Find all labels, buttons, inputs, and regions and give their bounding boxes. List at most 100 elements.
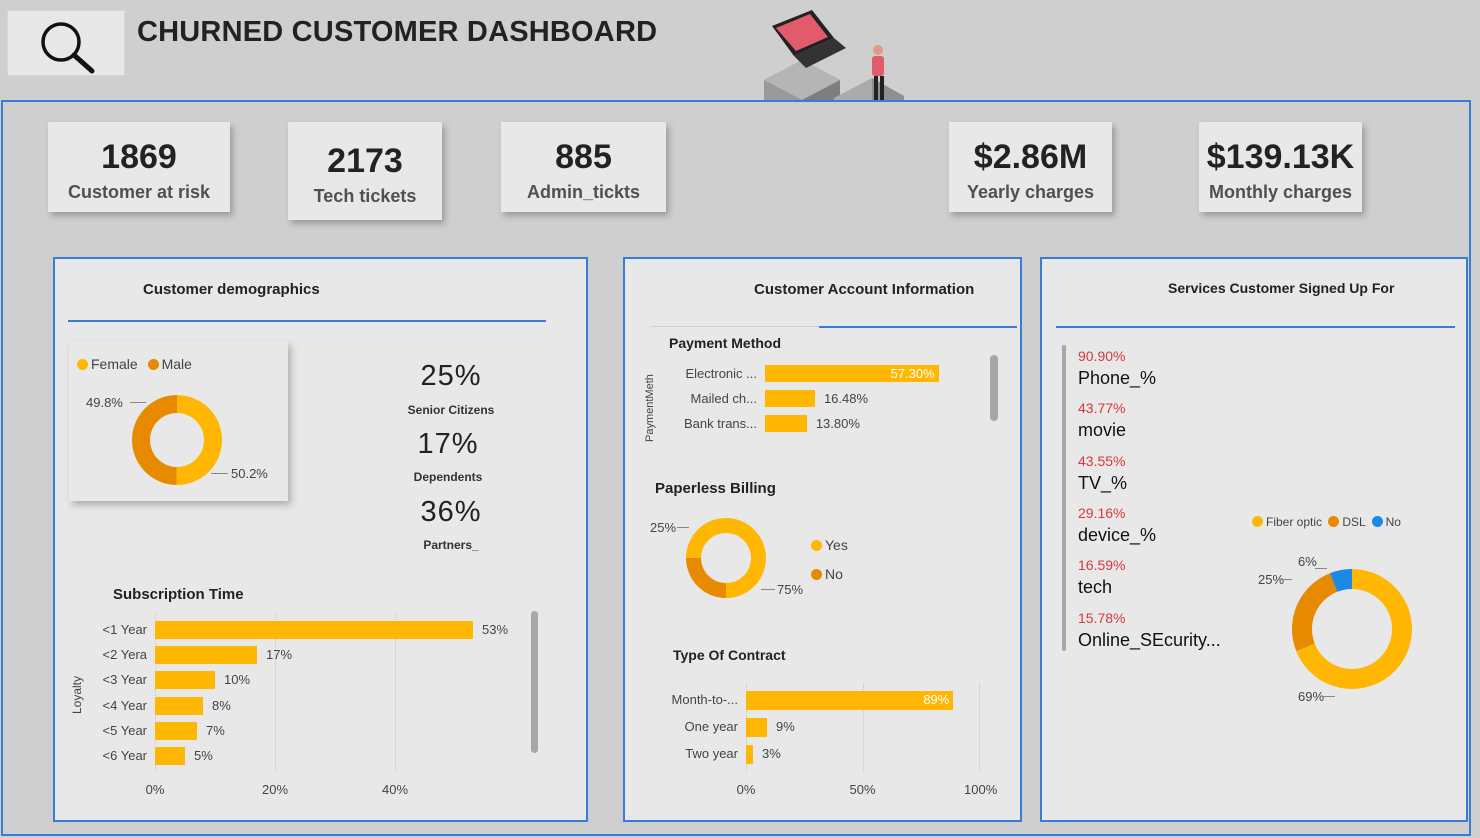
bar[interactable] xyxy=(155,646,257,665)
label-leader xyxy=(1278,579,1292,580)
label-leader xyxy=(211,473,228,474)
legend-no: No xyxy=(1385,515,1401,529)
bar-value-label: 7% xyxy=(206,722,225,738)
paperless-yes-label: 75% xyxy=(777,582,804,597)
bar-value-label: 89% xyxy=(923,692,950,707)
kpi-value: $2.86M xyxy=(973,138,1088,176)
partners-value: 36% xyxy=(420,496,482,528)
bar[interactable] xyxy=(155,671,215,690)
services-scrollbar[interactable] xyxy=(1062,345,1066,651)
legend-swatch xyxy=(811,540,822,551)
label-leader xyxy=(761,589,775,590)
kpi-value: 2173 xyxy=(327,142,403,180)
grid-line xyxy=(979,683,980,772)
category-label: One year xyxy=(684,719,738,734)
service-pct: 15.78% xyxy=(1078,609,1126,626)
internet-fiber-label: 69% xyxy=(1298,689,1325,704)
gender-chart-card: Female Male 49.8% 50.2% xyxy=(69,341,288,501)
chart-scrollbar[interactable] xyxy=(990,355,998,421)
female-slice[interactable] xyxy=(176,395,222,485)
service-label: movie xyxy=(1078,420,1127,441)
bar-value-label: 17% xyxy=(266,647,293,663)
title-divider xyxy=(651,326,819,327)
kpi-label: Monthly charges xyxy=(1208,182,1353,202)
dsl-slice[interactable] xyxy=(1292,573,1338,652)
paperless-no-label: 25% xyxy=(650,520,677,535)
legend-no: No xyxy=(825,566,843,582)
service-label: tech xyxy=(1078,577,1113,598)
service-pct: 43.77% xyxy=(1078,400,1126,417)
paperless-no-slice[interactable] xyxy=(686,558,726,598)
kpi-admin-tickets: 885 Admin_tickts xyxy=(501,122,666,212)
category-label: <2 Yera xyxy=(102,647,147,663)
bar[interactable] xyxy=(155,747,185,765)
bar-value-label: 10% xyxy=(224,672,251,688)
internet-service-donut-chart xyxy=(1292,569,1412,689)
x-tick-label: 0% xyxy=(145,782,165,797)
demographics-panel: Customer demographics Female Male 49.8% … xyxy=(53,257,588,822)
partners-label: Partners_ xyxy=(423,538,479,552)
bar[interactable] xyxy=(746,745,753,764)
panel-title: Customer Account Information xyxy=(754,281,975,298)
category-label: Two year xyxy=(685,746,738,761)
category-label: Month-to-... xyxy=(671,692,738,707)
dependents-value: 17% xyxy=(417,428,479,460)
category-label: <6 Year xyxy=(102,748,147,763)
bar-value-label: 16.48% xyxy=(823,391,869,406)
service-pct: 16.59% xyxy=(1078,557,1126,574)
bar[interactable] xyxy=(155,621,473,639)
x-tick-label: 20% xyxy=(261,782,289,797)
internet-legend: Fiber optic DSL No xyxy=(1252,515,1401,529)
kpi-label: Tech tickets xyxy=(313,186,417,206)
title-underline xyxy=(1056,326,1455,328)
male-pct-label: 49.8% xyxy=(86,395,123,410)
bar-value-label: 5% xyxy=(194,748,213,763)
category-label: Electronic ... xyxy=(685,366,757,381)
bar-value-label: 13.80% xyxy=(815,416,860,431)
bar[interactable] xyxy=(765,390,815,407)
female-pct-label: 50.2% xyxy=(231,466,268,481)
kpi-tech-tickets: 2173 Tech tickets xyxy=(288,122,442,220)
legend-fiber: Fiber optic xyxy=(1266,515,1323,529)
service-pct: 43.55% xyxy=(1078,452,1126,469)
paperless-donut-chart xyxy=(686,518,766,598)
paperless-title: Paperless Billing xyxy=(655,480,776,497)
bar[interactable] xyxy=(155,721,197,740)
kpi-yearly-charges: $2.86M Yearly charges xyxy=(949,122,1112,212)
bar-value-label: 53% xyxy=(482,622,509,637)
category-label: <3 Year xyxy=(102,672,147,688)
bar-value-label: 3% xyxy=(761,746,781,761)
legend-swatch xyxy=(1371,516,1383,527)
panel-title: Customer demographics xyxy=(143,281,320,298)
subscription-title: Subscription Time xyxy=(113,586,244,603)
label-leader xyxy=(677,527,689,528)
kpi-label: Yearly charges xyxy=(966,182,1095,202)
contract-title: Type Of Contract xyxy=(673,647,786,663)
dashboard: CHURNED CUSTOMER DASHBOARD 1869 Customer… xyxy=(0,0,1480,838)
category-label: <4 Year xyxy=(102,697,147,713)
payment-title: Payment Method xyxy=(669,335,782,351)
account-panel: Customer Account Information Payment Met… xyxy=(623,257,1022,822)
bar[interactable] xyxy=(155,696,203,715)
service-label: TV_% xyxy=(1078,472,1128,493)
title-underline xyxy=(819,326,1017,328)
payment-axis-label: PaymentMeth xyxy=(644,374,656,442)
kpi-value: $139.13K xyxy=(1206,138,1355,176)
internet-no-label: 6% xyxy=(1298,554,1317,569)
service-pct: 29.16% xyxy=(1078,504,1126,521)
kpi-customer-at-risk: 1869 Customer at risk xyxy=(48,122,230,212)
category-label: Bank trans... xyxy=(684,416,757,431)
legend-yes: Yes xyxy=(825,537,848,553)
bar[interactable] xyxy=(765,415,807,432)
service-label: device_% xyxy=(1078,524,1157,545)
kpi-monthly-charges: $139.13K Monthly charges xyxy=(1199,122,1362,212)
chart-scrollbar[interactable] xyxy=(531,611,538,753)
legend-swatch xyxy=(1328,516,1340,527)
bar[interactable] xyxy=(746,718,767,737)
senior-citizens-value: 25% xyxy=(420,360,482,392)
male-slice[interactable] xyxy=(131,395,177,485)
bar-value-label: 8% xyxy=(212,697,231,713)
category-label: <5 Year xyxy=(102,722,147,738)
label-leader xyxy=(1315,568,1327,569)
legend-dsl: DSL xyxy=(1342,515,1366,529)
